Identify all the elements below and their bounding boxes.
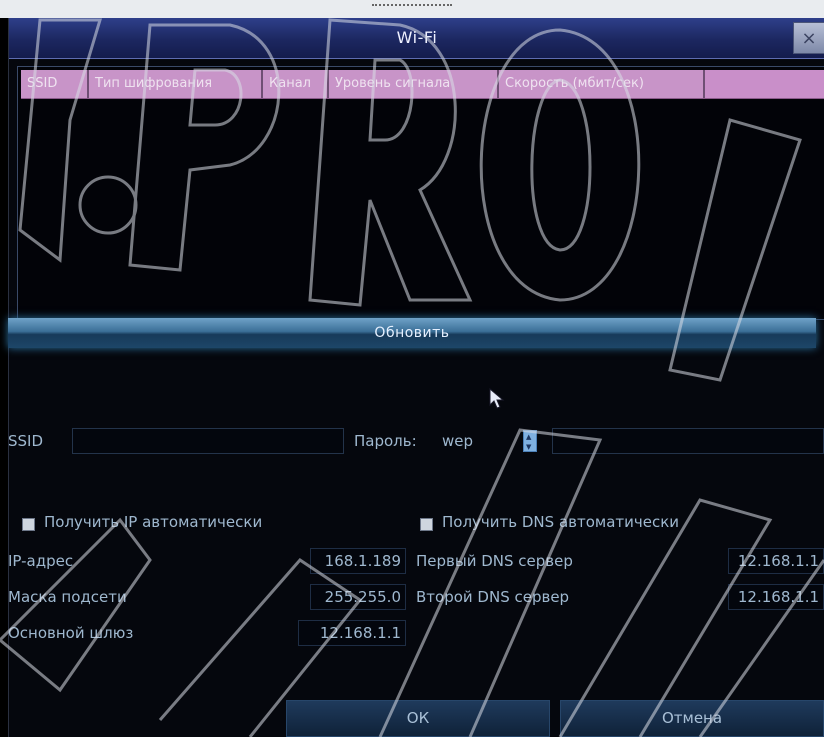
- dns2-label: Второй DNS сервер: [416, 588, 570, 606]
- gateway-field[interactable]: 12.168.1.1: [298, 620, 406, 646]
- ok-button[interactable]: ОК: [286, 700, 550, 737]
- subnet-mask-field[interactable]: 255.255.0: [310, 584, 406, 610]
- column-channel[interactable]: Канал: [263, 70, 329, 98]
- refresh-button[interactable]: Обновить: [8, 318, 816, 348]
- auto-ip-label: Получить IP автоматически: [44, 513, 263, 531]
- background-window-strip: [0, 0, 824, 18]
- close-icon: ×: [801, 28, 817, 49]
- ssid-input[interactable]: [72, 428, 344, 454]
- dns2-field[interactable]: 12.168.1.1: [728, 584, 824, 610]
- subnet-mask-label: Маска подсети: [8, 588, 127, 606]
- mouse-pointer-icon: [489, 388, 505, 409]
- network-list[interactable]: SSID Тип шифрования Канал Уровень сигнал…: [17, 66, 824, 320]
- column-signal[interactable]: Уровень сигнала: [329, 70, 499, 98]
- dns1-label: Первый DNS сервер: [416, 552, 573, 570]
- encryption-select[interactable]: wep ▲ ▼: [436, 428, 546, 454]
- close-button[interactable]: ×: [793, 22, 824, 54]
- encryption-value: wep: [442, 432, 474, 450]
- gateway-label: Основной шлюз: [8, 624, 134, 642]
- cancel-button[interactable]: Отмена: [560, 700, 824, 737]
- password-label: Пароль:: [354, 432, 417, 450]
- title-bar: Wi-Fi ×: [9, 18, 824, 59]
- column-speed[interactable]: Скорость (мбит/сек): [499, 70, 705, 98]
- ip-address-field[interactable]: 168.1.189: [310, 548, 406, 574]
- auto-dns-label: Получить DNS автоматически: [442, 513, 680, 531]
- column-ssid[interactable]: SSID: [21, 70, 89, 98]
- auto-dns-checkbox[interactable]: [420, 518, 433, 531]
- list-header: SSID Тип шифрования Канал Уровень сигнал…: [21, 70, 824, 99]
- ip-address-label: IP-адрес: [8, 552, 74, 570]
- dropdown-arrow-icon[interactable]: ▲ ▼: [523, 430, 537, 452]
- screen: Wi-Fi × SSID Тип шифрования Канал Уровен…: [0, 0, 824, 737]
- column-encryption[interactable]: Тип шифрования: [89, 70, 263, 98]
- dns1-field[interactable]: 12.168.1.1: [728, 548, 824, 574]
- ssid-label: SSID: [8, 432, 44, 450]
- dialog-title: Wi-Fi: [396, 28, 438, 47]
- password-input[interactable]: [552, 428, 824, 454]
- auto-ip-checkbox[interactable]: [22, 518, 35, 531]
